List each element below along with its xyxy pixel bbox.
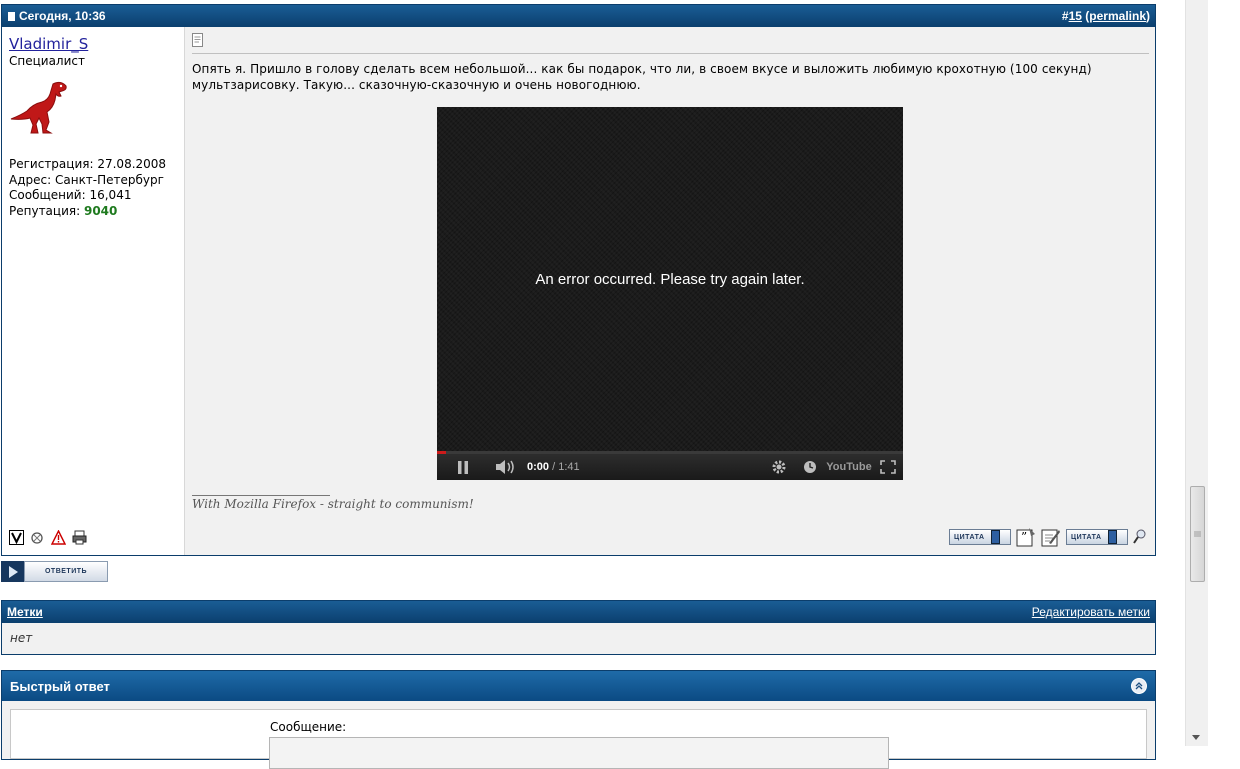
grip-icon bbox=[1194, 531, 1201, 537]
quick-quote-button[interactable]: ЦИТАТА bbox=[1066, 529, 1128, 545]
youtube-logo[interactable]: YouTube bbox=[825, 461, 873, 473]
user-reputation: Репутация: 9040 bbox=[9, 203, 118, 218]
post-hash: # bbox=[1061, 9, 1069, 23]
post-header: Сегодня, 10:36 #15 (permalink) bbox=[2, 5, 1155, 27]
volume-button[interactable] bbox=[489, 460, 523, 474]
signature: With Mozilla Firefox - straight to commu… bbox=[192, 497, 474, 511]
user-title: Специалист bbox=[9, 54, 85, 68]
page-scrollbar[interactable] bbox=[1185, 0, 1208, 746]
post-number-wrap: #15 (permalink) bbox=[1062, 9, 1150, 23]
signature-divider bbox=[192, 495, 330, 496]
fullscreen-button[interactable] bbox=[873, 460, 903, 474]
user-info-panel: Vladimir_S Специалист Регистрация: 27.08… bbox=[2, 27, 185, 555]
chevron-up-icon bbox=[1135, 682, 1143, 690]
user-search-icon[interactable] bbox=[1133, 529, 1147, 545]
message-textarea[interactable] bbox=[269, 737, 889, 769]
post-date: Сегодня, 10:36 bbox=[19, 9, 106, 23]
post-number-link[interactable]: 15 bbox=[1069, 9, 1082, 23]
scrollbar-thumb[interactable] bbox=[1190, 486, 1205, 582]
tags-header: Метки Редактировать метки bbox=[2, 601, 1155, 623]
reply-button[interactable]: ОТВЕТИТЬ bbox=[24, 561, 108, 582]
user-stats: Регистрация: 27.08.2008 Адрес: Санкт-Пет… bbox=[9, 157, 184, 219]
document-icon bbox=[192, 33, 203, 47]
message-label: Сообщение: bbox=[270, 720, 347, 734]
message-text: Опять я. Пришло в голову сделать всем не… bbox=[192, 62, 1092, 92]
post-action-buttons: ЦИТАТА ” ЦИТАТА bbox=[949, 527, 1147, 547]
message-panel: Опять я. Пришло в голову сделать всем не… bbox=[185, 27, 1155, 555]
quick-quote-button-tail bbox=[1107, 530, 1117, 544]
permalink-close: ) bbox=[1146, 9, 1150, 23]
clock-icon bbox=[804, 461, 816, 473]
video-time: 0:00 / 1:41 bbox=[527, 461, 580, 473]
svg-text:”: ” bbox=[1021, 530, 1027, 544]
play-arrow-icon bbox=[8, 565, 18, 578]
post-icon bbox=[8, 11, 15, 21]
post: Сегодня, 10:36 #15 (permalink) Vladimir_… bbox=[1, 4, 1156, 556]
vkontakte-icon[interactable] bbox=[9, 530, 24, 545]
user-action-icons bbox=[9, 530, 87, 545]
settings-button[interactable] bbox=[763, 459, 795, 475]
scroll-down-button[interactable] bbox=[1192, 733, 1200, 742]
video-error-message: An error occurred. Please try again late… bbox=[535, 271, 805, 288]
quote-button[interactable]: ЦИТАТА bbox=[949, 529, 1011, 545]
video-time-duration: 1:41 bbox=[558, 461, 580, 473]
pause-icon bbox=[458, 460, 468, 474]
quick-reply-title: Быстрый ответ bbox=[10, 678, 110, 694]
username-link[interactable]: Vladimir_S bbox=[9, 35, 184, 53]
user-registration: Регистрация: 27.08.2008 bbox=[9, 157, 167, 171]
quote-button-tail bbox=[990, 530, 1000, 544]
report-warning-icon[interactable] bbox=[51, 530, 66, 545]
video-time-separator: / bbox=[549, 461, 559, 473]
post-date-wrap: Сегодня, 10:36 bbox=[8, 9, 106, 23]
collapse-button[interactable] bbox=[1131, 678, 1147, 694]
fullscreen-icon bbox=[880, 460, 896, 474]
quick-reply-form: Сообщение: bbox=[10, 709, 1147, 769]
multiquote-icon[interactable]: ” bbox=[1016, 527, 1036, 547]
video-controls: 0:00 / 1:41 YouTube bbox=[437, 454, 903, 480]
tags-value: нет bbox=[10, 631, 33, 645]
user-address: Адрес: Санкт-Петербург bbox=[9, 172, 164, 187]
edit-tags-link[interactable]: Редактировать метки bbox=[1032, 605, 1150, 619]
post-body: Vladimir_S Специалист Регистрация: 27.08… bbox=[2, 27, 1155, 555]
permalink-link[interactable]: permalink bbox=[1089, 9, 1146, 23]
watch-later-button[interactable] bbox=[795, 460, 825, 474]
reply-arrow-button[interactable] bbox=[1, 561, 24, 582]
message-divider bbox=[192, 53, 1149, 54]
user-message-count: Сообщений: 16,041 bbox=[9, 188, 132, 202]
quick-reply-header: Быстрый ответ bbox=[2, 671, 1155, 701]
tags-panel: Метки Редактировать метки нет bbox=[1, 600, 1156, 655]
gear-icon bbox=[772, 460, 786, 474]
quick-quote-button-label: ЦИТАТА bbox=[1071, 533, 1102, 541]
pause-button[interactable] bbox=[437, 460, 489, 474]
arrow-down-icon bbox=[1192, 735, 1200, 740]
reply-row: ОТВЕТИТЬ bbox=[1, 561, 108, 582]
tags-title-link[interactable]: Метки bbox=[7, 605, 43, 619]
quick-reply-panel: Быстрый ответ Сообщение: bbox=[1, 670, 1156, 769]
video-player[interactable]: An error occurred. Please try again late… bbox=[437, 107, 903, 480]
quote-button-label: ЦИТАТА bbox=[954, 533, 985, 541]
reputation-icon[interactable] bbox=[30, 530, 45, 545]
video-time-current: 0:00 bbox=[527, 461, 550, 473]
print-icon[interactable] bbox=[72, 530, 87, 545]
dinosaur-avatar bbox=[10, 81, 67, 134]
edit-post-icon[interactable] bbox=[1041, 527, 1061, 547]
volume-icon bbox=[496, 460, 514, 474]
